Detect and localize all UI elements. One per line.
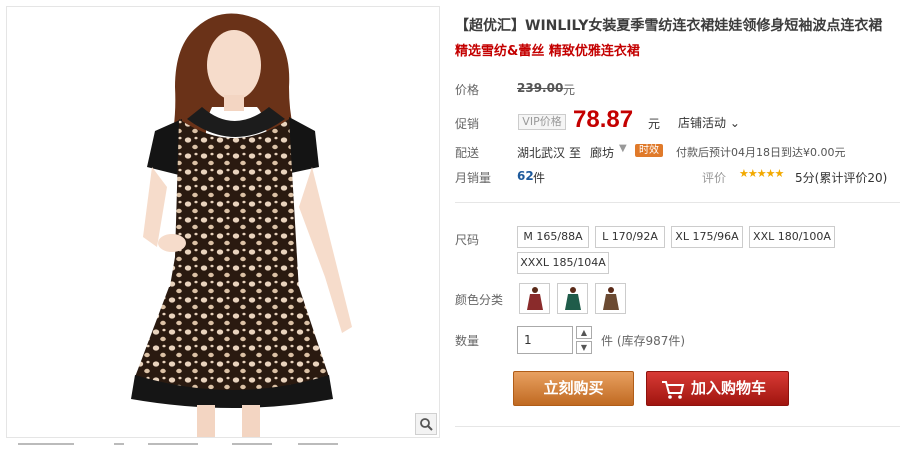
product-title: 【超优汇】WINLILY女装夏季雪纺连衣裙娃娃领修身短袖波点连衣裙	[455, 18, 883, 34]
price-label: 价格	[455, 83, 480, 97]
thumbnail[interactable]	[148, 443, 198, 449]
triangle-down-icon[interactable]: ▼	[619, 143, 627, 154]
ship-from: 湖北武汉	[517, 146, 566, 160]
color-swatch-brown[interactable]	[595, 283, 626, 314]
add-to-cart-label: 加入购物车	[691, 379, 767, 397]
monthly-sales-label: 月销量	[455, 171, 492, 185]
store-event-dropdown[interactable]: 店铺活动 ⌄	[678, 114, 740, 131]
thumbnail-strip	[6, 441, 440, 449]
color-label: 颜色分类	[455, 293, 504, 307]
product-subtitle: 精选雪纺&蕾丝 精致优雅连衣裙	[455, 44, 640, 59]
thumbnail[interactable]	[18, 443, 74, 449]
color-swatch-red[interactable]	[519, 283, 550, 314]
promo-price: 78.87	[573, 106, 634, 133]
promo-label: 促销	[455, 117, 480, 131]
store-event-label: 店铺活动	[678, 116, 727, 130]
model-photo	[7, 7, 439, 437]
quantity-increase-button[interactable]: ▲	[576, 326, 592, 339]
magnifier-icon[interactable]	[415, 413, 437, 435]
quantity-label: 数量	[455, 334, 480, 348]
cart-icon	[661, 379, 685, 412]
size-option-xxl[interactable]: XXL 180/100A	[749, 226, 835, 248]
divider	[455, 426, 900, 427]
thumbnail[interactable]	[114, 443, 124, 449]
monthly-sales-count: 62	[517, 169, 534, 183]
size-option-m[interactable]: M 165/88A	[517, 226, 589, 248]
thumbnail[interactable]	[232, 443, 272, 449]
product-info-panel: 【超优汇】WINLILY女装夏季雪纺连衣裙娃娃领修身短袖波点连衣裙 精选雪纺&蕾…	[455, 0, 900, 449]
rating-summary[interactable]: 5分(累计评价20)	[795, 169, 887, 186]
destination-selector[interactable]: 廊坊	[590, 144, 614, 161]
product-main-image[interactable]	[6, 6, 440, 438]
rating-label: 评价	[702, 171, 727, 185]
ship-to-word: 至	[569, 146, 582, 160]
original-price: 239.00	[517, 81, 564, 95]
size-option-l[interactable]: L 170/92A	[595, 226, 665, 248]
original-price-unit: 元	[563, 83, 576, 97]
promo-price-unit: 元	[648, 117, 661, 131]
quantity-decrease-button[interactable]: ▼	[576, 341, 592, 354]
add-to-cart-button[interactable]: 加入购物车	[646, 371, 789, 406]
quantity-input[interactable]: 1	[517, 326, 573, 354]
size-label: 尺码	[455, 233, 480, 247]
star-rating-icon: ★★★★★	[739, 167, 784, 180]
size-option-xxxl[interactable]: XXXL 185/104A	[517, 252, 609, 274]
buy-now-button[interactable]: 立刻购买	[513, 371, 634, 406]
thumbnail[interactable]	[298, 443, 338, 449]
divider	[455, 202, 900, 203]
color-swatch-green[interactable]	[557, 283, 588, 314]
chevron-down-icon: ⌄	[726, 116, 740, 130]
delivery-time-badge: 时效	[635, 144, 663, 157]
stock-info: 件 (库存987件)	[601, 334, 686, 348]
monthly-sales-unit: 件	[533, 171, 546, 185]
vip-price-tag: VIP价格	[518, 114, 566, 130]
delivery-estimate: 付款后预计04月18日到达¥0.00元	[676, 146, 846, 159]
shipping-label: 配送	[455, 146, 480, 160]
size-option-xl[interactable]: XL 175/96A	[671, 226, 743, 248]
